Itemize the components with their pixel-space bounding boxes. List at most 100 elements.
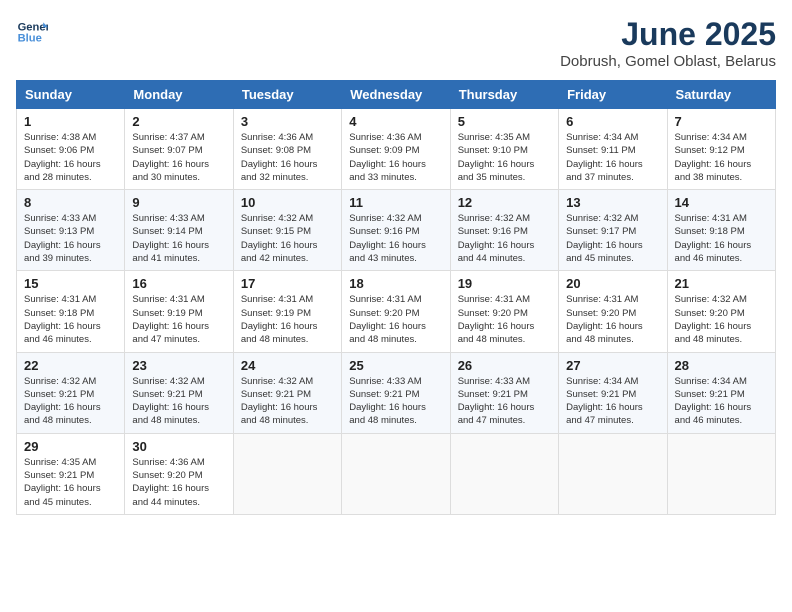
- weekday-header-sunday: Sunday: [17, 81, 125, 109]
- day-number: 10: [241, 195, 334, 210]
- cell-content: Sunrise: 4:37 AMSunset: 9:07 PMDaylight:…: [132, 131, 225, 184]
- calendar-cell: 29Sunrise: 4:35 AMSunset: 9:21 PMDayligh…: [17, 433, 125, 514]
- weekday-header-thursday: Thursday: [450, 81, 558, 109]
- cell-content: Sunrise: 4:31 AMSunset: 9:20 PMDaylight:…: [349, 293, 442, 346]
- day-number: 15: [24, 276, 117, 291]
- calendar-cell: 26 Sunrise: 4:33 AMSunset: 9:21 PMDayligh…: [450, 352, 558, 433]
- calendar-cell: 6Sunrise: 4:34 AMSunset: 9:11 PMDaylight…: [559, 109, 667, 190]
- week-row-5: 29Sunrise: 4:35 AMSunset: 9:21 PMDayligh…: [17, 433, 776, 514]
- day-number: 19: [458, 276, 551, 291]
- cell-content: Sunrise: 4:32 AMSunset: 9:16 PMDaylight:…: [349, 212, 442, 265]
- day-number: 8: [24, 195, 117, 210]
- calendar-cell: 30 Sunrise: 4:36 AMSunset: 9:20 PMDayligh…: [125, 433, 233, 514]
- cell-content: Sunrise: 4:31 AMSunset: 9:18 PMDaylight:…: [24, 293, 117, 346]
- cell-content: Sunrise: 4:34 AMSunset: 9:21 PMDaylight:…: [675, 375, 768, 428]
- cell-content: Sunrise: 4:33 AMSunset: 9:14 PMDaylight:…: [132, 212, 225, 265]
- cell-content: Sunrise: 4:33 AMSunset: 9:21 PMDaylight:…: [458, 375, 551, 428]
- calendar-cell: 17Sunrise: 4:31 AMSunset: 9:19 PMDayligh…: [233, 271, 341, 352]
- day-number: 23: [132, 358, 225, 373]
- day-number: 27: [566, 358, 659, 373]
- calendar-cell: [342, 433, 450, 514]
- day-number: 30: [132, 439, 225, 454]
- weekday-header-saturday: Saturday: [667, 81, 775, 109]
- cell-content: Sunrise: 4:32 AMSunset: 9:21 PMDaylight:…: [132, 375, 225, 428]
- calendar-cell: 1 Sunrise: 4:38 AMSunset: 9:06 PMDaylight…: [17, 109, 125, 190]
- day-number: 13: [566, 195, 659, 210]
- day-number: 26: [458, 358, 551, 373]
- day-number: 22: [24, 358, 117, 373]
- month-title: June 2025: [560, 16, 776, 53]
- day-number: 18: [349, 276, 442, 291]
- day-number: 5: [458, 114, 551, 129]
- day-number: 20: [566, 276, 659, 291]
- day-number: 16: [132, 276, 225, 291]
- weekday-header-tuesday: Tuesday: [233, 81, 341, 109]
- cell-content: Sunrise: 4:34 AMSunset: 9:11 PMDaylight:…: [566, 131, 659, 184]
- cell-content: Sunrise: 4:34 AMSunset: 9:21 PMDaylight:…: [566, 375, 659, 428]
- day-number: 21: [675, 276, 768, 291]
- calendar-cell: [559, 433, 667, 514]
- day-number: 14: [675, 195, 768, 210]
- calendar-cell: 5 Sunrise: 4:35 AMSunset: 9:10 PMDaylight…: [450, 109, 558, 190]
- cell-content: Sunrise: 4:31 AMSunset: 9:20 PMDaylight:…: [458, 293, 551, 346]
- calendar-cell: 25 Sunrise: 4:33 AMSunset: 9:21 PMDayligh…: [342, 352, 450, 433]
- calendar-cell: 19 Sunrise: 4:31 AMSunset: 9:20 PMDayligh…: [450, 271, 558, 352]
- cell-content: Sunrise: 4:36 AMSunset: 9:20 PMDaylight:…: [132, 456, 225, 509]
- day-number: 12: [458, 195, 551, 210]
- calendar-cell: 22 Sunrise: 4:32 AMSunset: 9:21 PMDayligh…: [17, 352, 125, 433]
- calendar-cell: 7 Sunrise: 4:34 AMSunset: 9:12 PMDaylight…: [667, 109, 775, 190]
- cell-content: Sunrise: 4:32 AMSunset: 9:16 PMDaylight:…: [458, 212, 551, 265]
- svg-text:Blue: Blue: [18, 33, 42, 45]
- calendar-cell: 20Sunrise: 4:31 AMSunset: 9:20 PMDayligh…: [559, 271, 667, 352]
- day-number: 25: [349, 358, 442, 373]
- calendar-cell: [450, 433, 558, 514]
- calendar-cell: 23 Sunrise: 4:32 AMSunset: 9:21 PMDayligh…: [125, 352, 233, 433]
- cell-content: Sunrise: 4:36 AMSunset: 9:08 PMDaylight:…: [241, 131, 334, 184]
- calendar-cell: 28Sunrise: 4:34 AMSunset: 9:21 PMDayligh…: [667, 352, 775, 433]
- title-area: June 2025 Dobrush, Gomel Oblast, Belarus: [560, 16, 776, 70]
- day-number: 3: [241, 114, 334, 129]
- calendar-cell: [667, 433, 775, 514]
- calendar-cell: 10 Sunrise: 4:32 AMSunset: 9:15 PMDayligh…: [233, 190, 341, 271]
- cell-content: Sunrise: 4:31 AMSunset: 9:19 PMDaylight:…: [241, 293, 334, 346]
- cell-content: Sunrise: 4:36 AMSunset: 9:09 PMDaylight:…: [349, 131, 442, 184]
- calendar-cell: 24Sunrise: 4:32 AMSunset: 9:21 PMDayligh…: [233, 352, 341, 433]
- week-row-1: 1 Sunrise: 4:38 AMSunset: 9:06 PMDaylight…: [17, 109, 776, 190]
- calendar-cell: 18 Sunrise: 4:31 AMSunset: 9:20 PMDayligh…: [342, 271, 450, 352]
- calendar-cell: 9Sunrise: 4:33 AMSunset: 9:14 PMDaylight…: [125, 190, 233, 271]
- cell-content: Sunrise: 4:32 AMSunset: 9:21 PMDaylight:…: [24, 375, 117, 428]
- cell-content: Sunrise: 4:38 AMSunset: 9:06 PMDaylight:…: [24, 131, 117, 184]
- week-row-2: 8 Sunrise: 4:33 AMSunset: 9:13 PMDaylight…: [17, 190, 776, 271]
- calendar-cell: [233, 433, 341, 514]
- calendar-cell: 21 Sunrise: 4:32 AMSunset: 9:20 PMDayligh…: [667, 271, 775, 352]
- day-number: 24: [241, 358, 334, 373]
- day-number: 7: [675, 114, 768, 129]
- day-number: 4: [349, 114, 442, 129]
- calendar-cell: 15 Sunrise: 4:31 AMSunset: 9:18 PMDayligh…: [17, 271, 125, 352]
- day-number: 2: [132, 114, 225, 129]
- calendar-cell: 11Sunrise: 4:32 AMSunset: 9:16 PMDayligh…: [342, 190, 450, 271]
- calendar-cell: 14Sunrise: 4:31 AMSunset: 9:18 PMDayligh…: [667, 190, 775, 271]
- calendar-cell: 4 Sunrise: 4:36 AMSunset: 9:09 PMDaylight…: [342, 109, 450, 190]
- weekday-header-wednesday: Wednesday: [342, 81, 450, 109]
- week-row-4: 22 Sunrise: 4:32 AMSunset: 9:21 PMDayligh…: [17, 352, 776, 433]
- calendar-table: SundayMondayTuesdayWednesdayThursdayFrid…: [16, 80, 776, 515]
- cell-content: Sunrise: 4:31 AMSunset: 9:19 PMDaylight:…: [132, 293, 225, 346]
- calendar-cell: 27 Sunrise: 4:34 AMSunset: 9:21 PMDayligh…: [559, 352, 667, 433]
- calendar-cell: 8 Sunrise: 4:33 AMSunset: 9:13 PMDaylight…: [17, 190, 125, 271]
- cell-content: Sunrise: 4:32 AMSunset: 9:17 PMDaylight:…: [566, 212, 659, 265]
- cell-content: Sunrise: 4:33 AMSunset: 9:21 PMDaylight:…: [349, 375, 442, 428]
- cell-content: Sunrise: 4:35 AMSunset: 9:21 PMDaylight:…: [24, 456, 117, 509]
- header: General Blue June 2025 Dobrush, Gomel Ob…: [16, 16, 776, 70]
- calendar-cell: 2 Sunrise: 4:37 AMSunset: 9:07 PMDaylight…: [125, 109, 233, 190]
- weekday-header-friday: Friday: [559, 81, 667, 109]
- day-number: 1: [24, 114, 117, 129]
- location-title: Dobrush, Gomel Oblast, Belarus: [560, 53, 776, 70]
- cell-content: Sunrise: 4:32 AMSunset: 9:20 PMDaylight:…: [675, 293, 768, 346]
- logo: General Blue: [16, 16, 48, 48]
- cell-content: Sunrise: 4:32 AMSunset: 9:15 PMDaylight:…: [241, 212, 334, 265]
- cell-content: Sunrise: 4:33 AMSunset: 9:13 PMDaylight:…: [24, 212, 117, 265]
- cell-content: Sunrise: 4:35 AMSunset: 9:10 PMDaylight:…: [458, 131, 551, 184]
- weekday-header-monday: Monday: [125, 81, 233, 109]
- cell-content: Sunrise: 4:34 AMSunset: 9:12 PMDaylight:…: [675, 131, 768, 184]
